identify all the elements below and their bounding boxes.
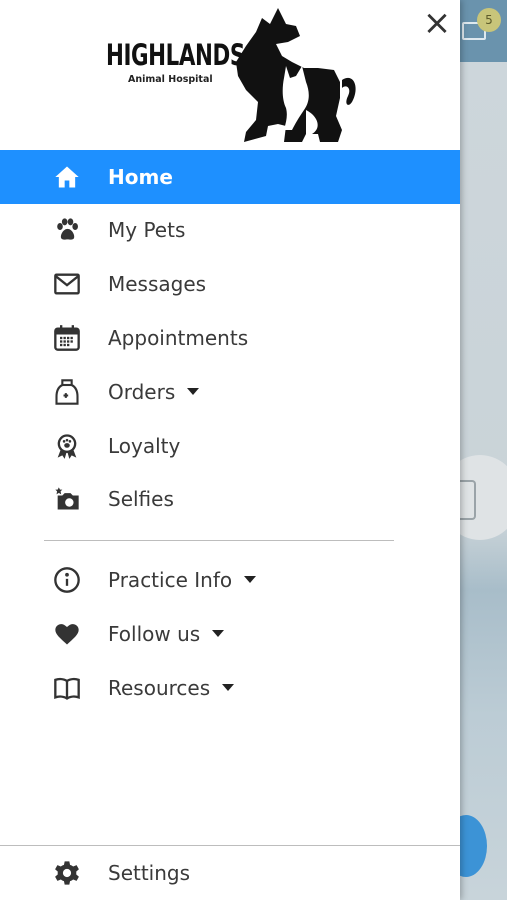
logo-subtitle: Animal Hospital	[128, 74, 213, 85]
menu-item-label: My Pets	[108, 218, 186, 242]
menu-item-label: Orders	[108, 380, 200, 404]
menu-item-selfies[interactable]: Selfies	[0, 472, 460, 526]
menu-item-label: Appointments	[108, 326, 249, 350]
menu-item-home[interactable]: Home	[0, 150, 460, 204]
calendar-icon	[52, 323, 82, 353]
food-bag-icon	[52, 377, 82, 407]
heart-icon	[52, 619, 82, 649]
envelope-icon	[52, 269, 82, 299]
gear-icon	[52, 858, 82, 888]
menu-item-follow-us[interactable]: Follow us	[0, 607, 460, 661]
chevron-down-icon	[222, 684, 235, 691]
award-icon	[52, 431, 82, 461]
menu-item-messages[interactable]: Messages	[0, 257, 460, 311]
chevron-down-icon	[212, 630, 225, 637]
camera-icon	[52, 484, 82, 514]
dog-and-cat-logo-icon	[236, 8, 356, 142]
menu-item-practice-info[interactable]: Practice Info	[0, 553, 460, 607]
navigation-drawer: × HIGHLANDS Animal Hospital Home My Pets…	[0, 0, 460, 900]
menu-item-label: Home	[108, 165, 173, 189]
menu-item-label: Selfies	[108, 487, 174, 511]
menu-item-resources[interactable]: Resources	[0, 661, 460, 715]
menu-item-appointments[interactable]: Appointments	[0, 311, 460, 365]
food-bag-icon	[460, 480, 476, 520]
menu-item-label: Messages	[108, 272, 207, 296]
menu-item-loyalty[interactable]: Loyalty	[0, 419, 460, 473]
menu-item-label: Resources	[108, 676, 235, 700]
menu-item-label: Practice Info	[108, 568, 257, 592]
menu-item-my-pets[interactable]: My Pets	[0, 203, 460, 257]
menu-item-orders[interactable]: Orders	[0, 365, 460, 419]
practice-logo: HIGHLANDS Animal Hospital	[100, 6, 370, 146]
menu-item-label: Settings	[108, 861, 191, 885]
menu-item-label: Follow us	[108, 622, 225, 646]
close-icon[interactable]: ×	[420, 6, 454, 42]
menu-divider	[44, 540, 394, 541]
background-app-header: 5	[460, 0, 507, 62]
chevron-down-icon	[187, 388, 200, 395]
background-app: 5	[460, 0, 507, 900]
info-icon	[52, 565, 82, 595]
book-icon	[52, 673, 82, 703]
home-icon	[52, 162, 82, 192]
menu-item-label: Loyalty	[108, 434, 181, 458]
chevron-down-icon	[244, 576, 257, 583]
logo-title: HIGHLANDS	[106, 38, 245, 72]
paw-icon	[52, 215, 82, 245]
notification-badge: 5	[477, 8, 501, 32]
menu-item-settings[interactable]: Settings	[0, 846, 460, 900]
